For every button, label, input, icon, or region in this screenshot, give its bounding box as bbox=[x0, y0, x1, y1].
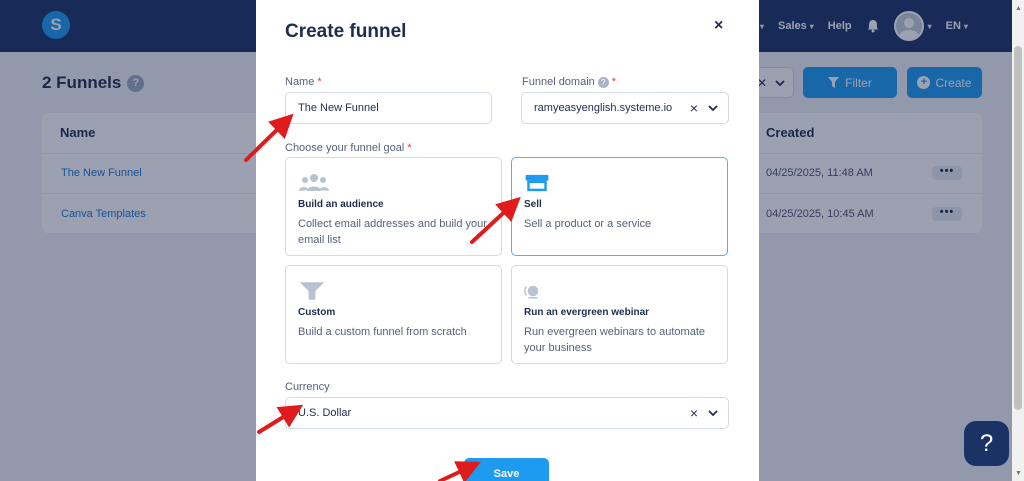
annotation-arrows bbox=[244, 113, 521, 481]
page-scrollbar[interactable]: ▲ ▼ bbox=[1012, 0, 1024, 481]
scroll-down-icon[interactable]: ▼ bbox=[1015, 470, 1022, 477]
annotation-arrow-currency bbox=[257, 404, 304, 434]
scroll-up-icon[interactable]: ▲ bbox=[1015, 5, 1022, 12]
annotation-arrow-sell bbox=[470, 196, 521, 244]
annotation-arrow-name bbox=[244, 113, 294, 162]
annotation-arrow-save bbox=[438, 461, 481, 481]
scrollbar-thumb[interactable] bbox=[1014, 46, 1022, 410]
